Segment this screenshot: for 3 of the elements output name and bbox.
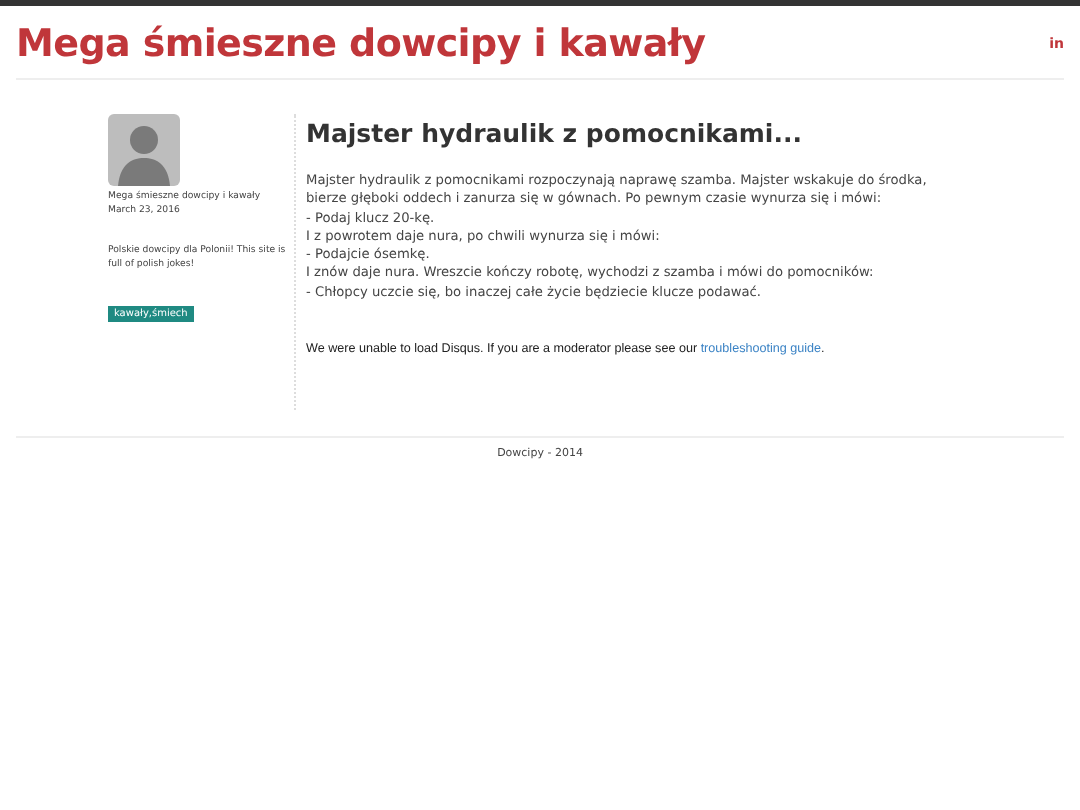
site-title[interactable]: Mega śmieszne dowcipy i kawały — [16, 22, 706, 66]
post-title: Majster hydraulik z pomocnikami... — [306, 118, 804, 148]
avatar-icon — [108, 114, 180, 186]
